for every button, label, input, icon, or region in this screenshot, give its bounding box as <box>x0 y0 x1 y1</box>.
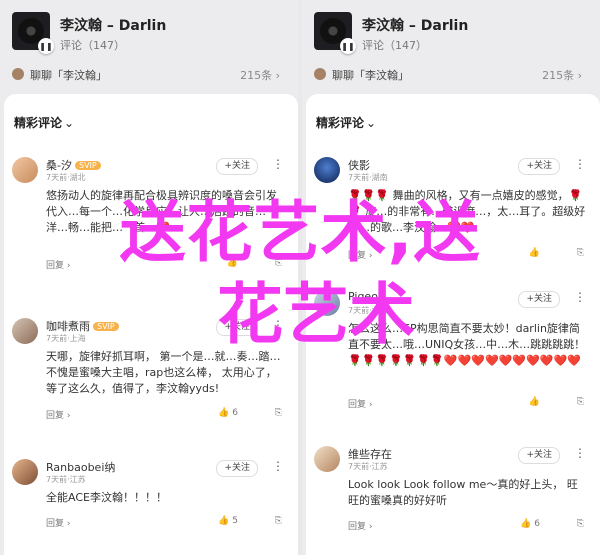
pause-icon[interactable]: ❚❚ <box>340 38 356 54</box>
reply-button[interactable]: 回复 › <box>348 248 372 261</box>
like-count: 6 <box>534 519 540 529</box>
commenter-name[interactable]: Pigeon… <box>348 290 396 303</box>
avatar[interactable] <box>12 157 38 183</box>
comment-actions: 回复 › 👍 6 ⎘ <box>46 408 286 422</box>
like-icon[interactable]: 👍 <box>227 258 238 268</box>
comments-card: 精彩评论 ⌄ 侠影 7天前·湖南 +关注 ⋮ 🌹🌹🌹 舞曲的风格，又有一点嬉皮的感… <box>306 94 600 555</box>
chevron-down-icon: ⌄ <box>366 116 377 130</box>
commenter-name[interactable]: 咖啡煮雨 SVIP <box>46 318 119 334</box>
comment-actions: 回复 › 👍 6 ⎘ <box>348 519 588 533</box>
comment-time: 7天前·湖北 <box>46 173 86 182</box>
reply-button[interactable]: 回复 › <box>46 258 70 271</box>
more-icon[interactable]: ⋮ <box>272 318 284 332</box>
share-icon[interactable]: ⎘ <box>577 519 584 529</box>
chat-label: 聊聊「李汶翰」 <box>30 69 107 82</box>
comment-actions: 回复 › 👍 ⎘ <box>46 258 286 272</box>
comment-count: 评论（147） <box>60 39 125 52</box>
more-icon[interactable]: ⋮ <box>272 459 284 473</box>
chat-bar[interactable]: 聊聊「李汶翰」 215条 › <box>12 66 288 84</box>
now-playing-bar[interactable]: ❚❚ 李汶翰 – Darlin 评论（147） <box>12 12 288 56</box>
like-button[interactable]: 👍 6 <box>218 408 238 418</box>
now-playing-bar[interactable]: ❚❚ 李汶翰 – Darlin 评论（147） <box>314 12 590 56</box>
avatar[interactable] <box>314 157 340 183</box>
song-title: 李汶翰 – Darlin <box>362 18 469 34</box>
comment-time: 7天前·江苏 <box>348 462 388 471</box>
like-button[interactable]: 👍 5 <box>218 516 238 526</box>
chat-label: 聊聊「李汶翰」 <box>332 69 409 82</box>
comment-actions: 回复 › 👍 5 ⎘ <box>46 516 286 530</box>
pause-icon[interactable]: ❚❚ <box>38 38 54 54</box>
avatar <box>12 68 24 80</box>
section-title[interactable]: 精彩评论 ⌄ <box>316 114 376 131</box>
avatar[interactable] <box>12 459 38 485</box>
comment-text: 🌹🌹🌹 舞曲的风格，又有一点嬉皮的感觉，🌹🌹 旋…的非常有…辨识度…，太…耳了。… <box>348 189 586 234</box>
comment-time: 7天前·江苏 <box>46 475 86 484</box>
avatar[interactable] <box>314 446 340 472</box>
commenter-name[interactable]: Ranbaobei纳 <box>46 459 115 475</box>
reply-button[interactable]: 回复 › <box>348 519 372 532</box>
comment-text: Look look Look follow me～真的好上头， 旺旺的蜜嗓真的好… <box>348 478 578 507</box>
reply-label: 回复 <box>348 522 367 532</box>
more-icon[interactable]: ⋮ <box>574 290 586 304</box>
avatar[interactable] <box>314 290 340 316</box>
comments-panel-right: ❚❚ 李汶翰 – Darlin 评论（147） 聊聊「李汶翰」 215条 › 精… <box>302 0 600 555</box>
chevron-down-icon: ⌄ <box>64 116 75 130</box>
follow-button[interactable]: +关注 <box>518 291 560 308</box>
reply-button[interactable]: 回复 › <box>46 408 70 421</box>
chat-count: 215条 › <box>240 69 280 82</box>
like-icon[interactable]: 👍 <box>529 397 540 407</box>
comment-actions: 回复 › 👍 ⎘ <box>348 397 588 411</box>
comment-text: 天哪，旋律好抓耳啊， 第一个是…就…奏…踏…不愧是蜜嗓大主唱，rap也这么棒， … <box>46 350 281 395</box>
more-icon[interactable]: ⋮ <box>272 157 284 171</box>
reply-label: 回复 <box>46 261 65 271</box>
comment-text: 怎么这么…EP构思简直不要太妙！darlin旋律简直不要太…哦…UNIQ女孩…中… <box>348 322 586 367</box>
section-title[interactable]: 精彩评论 ⌄ <box>14 114 74 131</box>
more-icon[interactable]: ⋮ <box>574 157 586 171</box>
follow-button[interactable]: +关注 <box>518 447 560 464</box>
follow-button[interactable]: +关注 <box>216 158 258 175</box>
chat-bar[interactable]: 聊聊「李汶翰」 215条 › <box>314 66 590 84</box>
like-button[interactable]: 👍 6 <box>520 519 540 529</box>
comment-time: 7天前·上海 <box>46 334 86 343</box>
like-icon[interactable]: 👍 <box>529 248 540 258</box>
commenter-name[interactable]: 维些存在 <box>348 446 392 462</box>
follow-button[interactable]: +关注 <box>216 319 258 336</box>
reply-label: 回复 <box>46 411 65 421</box>
like-count: 6 <box>232 408 238 418</box>
commenter-name[interactable]: 侠影 <box>348 157 370 173</box>
more-icon[interactable]: ⋮ <box>574 446 586 460</box>
comments-panel-left: ❚❚ 李汶翰 – Darlin 评论（147） 聊聊「李汶翰」 215条 › 精… <box>0 0 298 555</box>
comments-card: 精彩评论 ⌄ 桑-汐 SVIP 7天前·湖北 +关注 ⋮ 悠扬动人的旋律再配合极具辨… <box>4 94 298 555</box>
reply-label: 回复 <box>348 400 367 410</box>
share-icon[interactable]: ⎘ <box>275 516 282 526</box>
chat-count: 215条 › <box>542 69 582 82</box>
follow-button[interactable]: +关注 <box>216 460 258 477</box>
reply-label: 回复 <box>348 251 367 261</box>
share-icon[interactable]: ⎘ <box>577 248 584 258</box>
share-icon[interactable]: ⎘ <box>275 258 282 268</box>
reply-label: 回复 <box>46 519 65 529</box>
like-count: 5 <box>232 516 238 526</box>
section-label: 精彩评论 <box>316 116 365 130</box>
follow-button[interactable]: +关注 <box>518 158 560 175</box>
comment-actions: 回复 › 👍 ⎘ <box>348 248 588 262</box>
reply-button[interactable]: 回复 › <box>348 397 372 410</box>
avatar <box>314 68 326 80</box>
comment-count: 评论（147） <box>362 39 427 52</box>
section-label: 精彩评论 <box>14 116 63 130</box>
reply-button[interactable]: 回复 › <box>46 516 70 529</box>
name-text: 咖啡煮雨 <box>46 320 90 333</box>
vip-badge: SVIP <box>74 161 101 170</box>
share-icon[interactable]: ⎘ <box>577 397 584 407</box>
avatar[interactable] <box>12 318 38 344</box>
comment-text: 悠扬动人的旋律再配合极具辨识度的嗓音会引发代入…每一个…化学反应…让人…活跃的音… <box>46 189 277 234</box>
commenter-name[interactable]: 桑-汐 SVIP <box>46 157 101 173</box>
song-title: 李汶翰 – Darlin <box>60 18 167 34</box>
vip-badge: SVIP <box>93 322 119 331</box>
comment-text: 全能ACE李汶翰！！！！ <box>46 491 167 504</box>
share-icon[interactable]: ⎘ <box>275 408 282 418</box>
comment-time: 7天前·北京 <box>348 306 388 315</box>
comment-time: 7天前·湖南 <box>348 173 388 182</box>
name-text: 桑-汐 <box>46 159 72 172</box>
